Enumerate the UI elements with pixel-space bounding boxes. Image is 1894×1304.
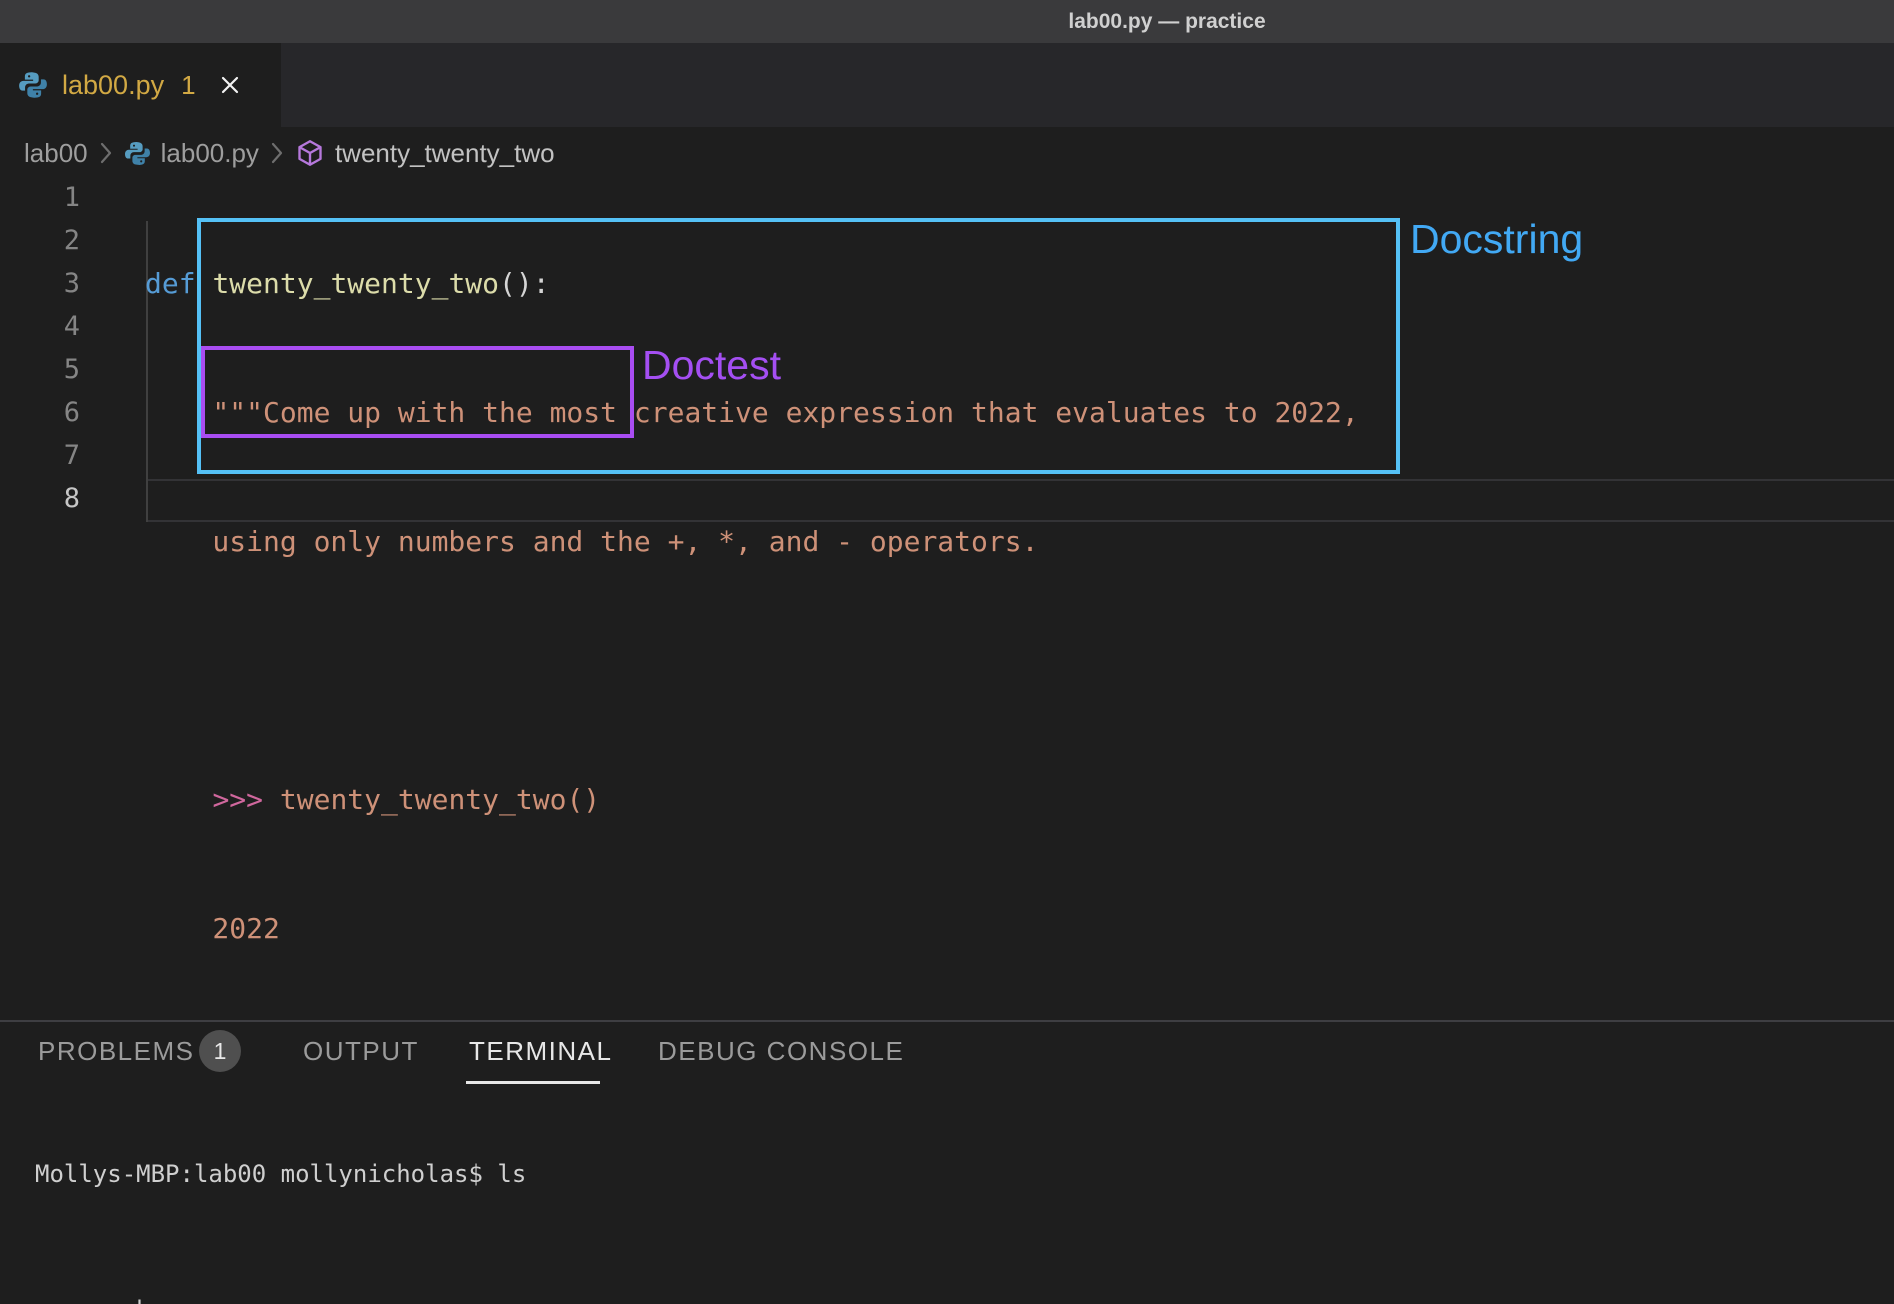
- line-number: 6: [0, 391, 80, 434]
- keyword-def: def: [145, 267, 212, 300]
- problems-count-badge: 1: [199, 1030, 241, 1072]
- close-icon[interactable]: [218, 73, 242, 97]
- line-number: 2: [0, 219, 80, 262]
- panel-tab-problems[interactable]: PROBLEMS: [38, 1036, 195, 1066]
- active-panel-tab-underline: [466, 1081, 600, 1084]
- line-number: 5: [0, 348, 80, 391]
- chevron-right-icon: [269, 140, 285, 166]
- code-line: 2022: [145, 907, 1359, 950]
- code-editor[interactable]: 1 2 3 4 5 6 7 8 def twenty_twenty_two():…: [0, 176, 1894, 1020]
- function-name: twenty_twenty_two: [212, 267, 499, 300]
- symbol-cube-icon: [295, 138, 325, 168]
- doctest-call: twenty_twenty_two(): [263, 783, 600, 816]
- docstring-text: """Come up with the most creative expres…: [145, 396, 1359, 429]
- tab-lab00-py[interactable]: lab00.py 1: [0, 43, 281, 127]
- line-number: 1: [0, 176, 80, 219]
- doctest-annotation-label: Doctest: [642, 342, 781, 389]
- docstring-text: using only numbers and the +, *, and - o…: [145, 525, 1038, 558]
- python-icon: [18, 70, 48, 100]
- terminal-output[interactable]: Mollys-MBP:lab00 mollynicholas$ ls __pyc…: [35, 1098, 1835, 1304]
- code-line: """Come up with the most creative expres…: [145, 391, 1359, 434]
- tab-label: lab00.py: [62, 70, 164, 101]
- breadcrumb-folder[interactable]: lab00: [24, 138, 88, 169]
- doctest-expected: 2022: [145, 912, 280, 945]
- tab-bar: lab00.py 1: [0, 43, 1894, 127]
- panel-tab-output[interactable]: OUTPUT: [303, 1036, 419, 1066]
- indent: [145, 783, 212, 816]
- ls-entry: __pycache__: [35, 1290, 194, 1304]
- line-numbers: 1 2 3 4 5 6 7 8: [0, 176, 80, 520]
- breadcrumb-file[interactable]: lab00.py: [161, 138, 259, 169]
- terminal-line: __pycache__ lab00.py parsons tests: [35, 1250, 1835, 1290]
- line-number: 7: [0, 434, 80, 477]
- python-icon: [124, 140, 151, 167]
- breadcrumb: lab00 lab00.py twenty_twenty_two: [24, 130, 555, 176]
- line-number: 3: [0, 262, 80, 305]
- chevron-right-icon: [98, 140, 114, 166]
- code-line: >>> twenty_twenty_two(): [145, 778, 1359, 821]
- tab-modified-count: 1: [181, 70, 195, 101]
- code-line: def twenty_twenty_two():: [145, 262, 1359, 305]
- terminal-line: Mollys-MBP:lab00 mollynicholas$ ls: [35, 1154, 1835, 1194]
- bottom-panel: PROBLEMS 1 OUTPUT TERMINAL DEBUG CONSOLE…: [0, 1020, 1894, 1304]
- title-bar: lab00.py — practice: [0, 0, 1894, 43]
- code-line-empty: [145, 649, 1359, 692]
- breadcrumb-symbol[interactable]: twenty_twenty_two: [335, 138, 555, 169]
- line-number-active: 8: [0, 477, 80, 520]
- window-title: lab00.py — practice: [1068, 10, 1265, 34]
- punctuation: ():: [499, 267, 550, 300]
- panel-tab-terminal[interactable]: TERMINAL: [469, 1036, 612, 1066]
- line-number: 4: [0, 305, 80, 348]
- panel-tab-debug-console[interactable]: DEBUG CONSOLE: [658, 1036, 904, 1066]
- doctest-prompt: >>>: [212, 783, 263, 816]
- docstring-annotation-label: Docstring: [1410, 216, 1583, 263]
- code-line: using only numbers and the +, *, and - o…: [145, 520, 1359, 563]
- vscode-window: lab00.py — practice lab00.py 1 lab00: [0, 0, 1894, 1304]
